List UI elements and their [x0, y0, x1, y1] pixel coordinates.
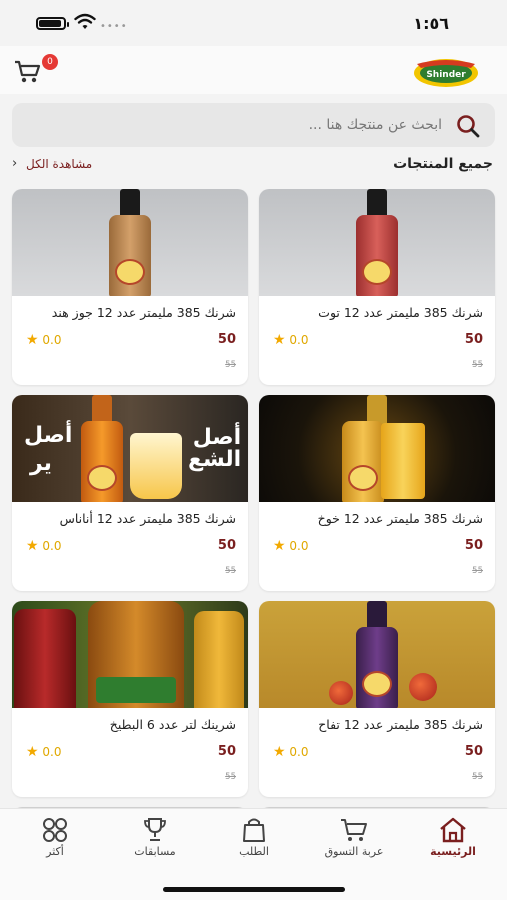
product-old-price: 55: [472, 772, 483, 782]
product-card[interactable]: شرنك 385 مليمتر عدد 12 توت 50 ★ 0.0 55: [259, 189, 495, 385]
battery-icon: [36, 17, 69, 30]
product-price: 50: [217, 744, 236, 759]
star-icon: ★: [273, 538, 286, 554]
section-title: جميع المنتجات: [393, 156, 493, 172]
product-price: 50: [464, 538, 483, 553]
product-name: شرنك 385 مليمتر عدد 12 تفاح: [318, 717, 483, 732]
trophy-icon: [144, 818, 166, 841]
home-icon: [440, 817, 466, 843]
nav-more-label: أكثر: [46, 845, 64, 858]
product-old-price: 55: [225, 360, 236, 370]
product-rating: ★ 0.0: [26, 538, 62, 554]
product-price: 50: [464, 744, 483, 759]
product-price: 50: [217, 538, 236, 553]
product-grid: شرنك 385 مليمتر عدد 12 توت 50 ★ 0.0 55 ش…: [0, 189, 507, 809]
product-rating: ★ 0.0: [273, 538, 309, 554]
see-all-link[interactable]: ‹ مشاهدة الكل: [12, 156, 93, 171]
banner-text: أصل: [24, 423, 73, 448]
nav-contests[interactable]: مسابقات: [115, 817, 195, 869]
bag-icon: [243, 818, 265, 842]
nav-more[interactable]: أكثر: [15, 817, 95, 869]
nav-cart[interactable]: عربة التسوق: [314, 817, 394, 869]
bottom-nav: الرئيسية عربة التسوق الطلب مسابقات أكثر: [0, 808, 507, 900]
product-card[interactable]: شرنك 385 مليمتر عدد 12 تفاح 50 ★ 0.0 55: [259, 601, 495, 797]
banner-text: أصل الشع: [188, 425, 242, 472]
nav-home-label: الرئيسية: [430, 845, 476, 858]
search-icon[interactable]: [455, 113, 481, 139]
product-card[interactable]: شرنك 385 مليمتر عدد 12 جوز هند 50 ★ 0.0 …: [12, 189, 248, 385]
product-image: [259, 395, 495, 502]
star-icon: ★: [26, 332, 39, 348]
product-name: شرنك 385 مليمتر عدد 12 خوخ: [317, 511, 483, 526]
cart-icon: [15, 60, 41, 83]
product-old-price: 55: [472, 360, 483, 370]
product-image: [12, 189, 248, 296]
logo-text: Shinder: [426, 70, 466, 80]
product-rating: ★ 0.0: [26, 332, 62, 348]
signal-icon: ••••: [100, 21, 128, 32]
header-cart-button[interactable]: 0: [14, 54, 58, 86]
nav-home[interactable]: الرئيسية: [413, 817, 493, 869]
search-input[interactable]: [22, 103, 442, 147]
product-rating: ★ 0.0: [26, 744, 62, 760]
cart-count-badge: 0: [42, 54, 58, 70]
product-name: شرنك 385 مليمتر عدد 12 توت: [318, 305, 483, 320]
search-bar: [12, 103, 495, 147]
product-old-price: 55: [472, 566, 483, 576]
cart-icon: [341, 819, 367, 841]
chevron-left-icon: ‹: [12, 156, 18, 171]
wifi-icon: [74, 13, 96, 29]
product-image: أصل أصل الشع ير: [12, 395, 248, 502]
product-image: [259, 189, 495, 296]
product-name: شرنك 385 مليمتر عدد 12 جوز هند: [51, 305, 236, 320]
product-card[interactable]: شرينك لتر عدد 6 البطيخ 50 ★ 0.0 55: [12, 601, 248, 797]
star-icon: ★: [273, 744, 286, 760]
star-icon: ★: [26, 538, 39, 554]
product-name: شرينك لتر عدد 6 البطيخ: [109, 717, 236, 732]
star-icon: ★: [273, 332, 286, 348]
product-card[interactable]: شرنك 385 مليمتر عدد 12 خوخ 50 ★ 0.0 55: [259, 395, 495, 591]
product-old-price: 55: [225, 566, 236, 576]
product-old-price: 55: [225, 772, 236, 782]
status-time: ١:٥٦: [413, 14, 449, 33]
star-icon: ★: [26, 744, 39, 760]
see-all-label: مشاهدة الكل: [26, 157, 93, 171]
product-rating: ★ 0.0: [273, 744, 309, 760]
product-image: [259, 601, 495, 708]
grid-icon: [43, 818, 67, 842]
status-bar: •••• ١:٥٦: [0, 0, 507, 46]
nav-contests-label: مسابقات: [134, 845, 176, 858]
product-image: [12, 601, 248, 708]
product-rating: ★ 0.0: [273, 332, 309, 348]
brand-logo[interactable]: Shinder: [413, 56, 479, 88]
app-header: 0 Shinder: [0, 46, 507, 94]
product-card[interactable]: أصل أصل الشع ير شرنك 385 مليمتر عدد 12 أ…: [12, 395, 248, 591]
product-name: شرنك 385 مليمتر عدد 12 أناناس: [59, 511, 236, 526]
product-price: 50: [464, 332, 483, 347]
nav-orders-label: الطلب: [239, 845, 269, 858]
home-indicator: [163, 887, 345, 892]
banner-text: ير: [30, 451, 52, 476]
product-price: 50: [217, 332, 236, 347]
section-header: جميع المنتجات ‹ مشاهدة الكل: [0, 154, 507, 176]
nav-orders[interactable]: الطلب: [214, 817, 294, 869]
nav-cart-label: عربة التسوق: [324, 845, 384, 858]
